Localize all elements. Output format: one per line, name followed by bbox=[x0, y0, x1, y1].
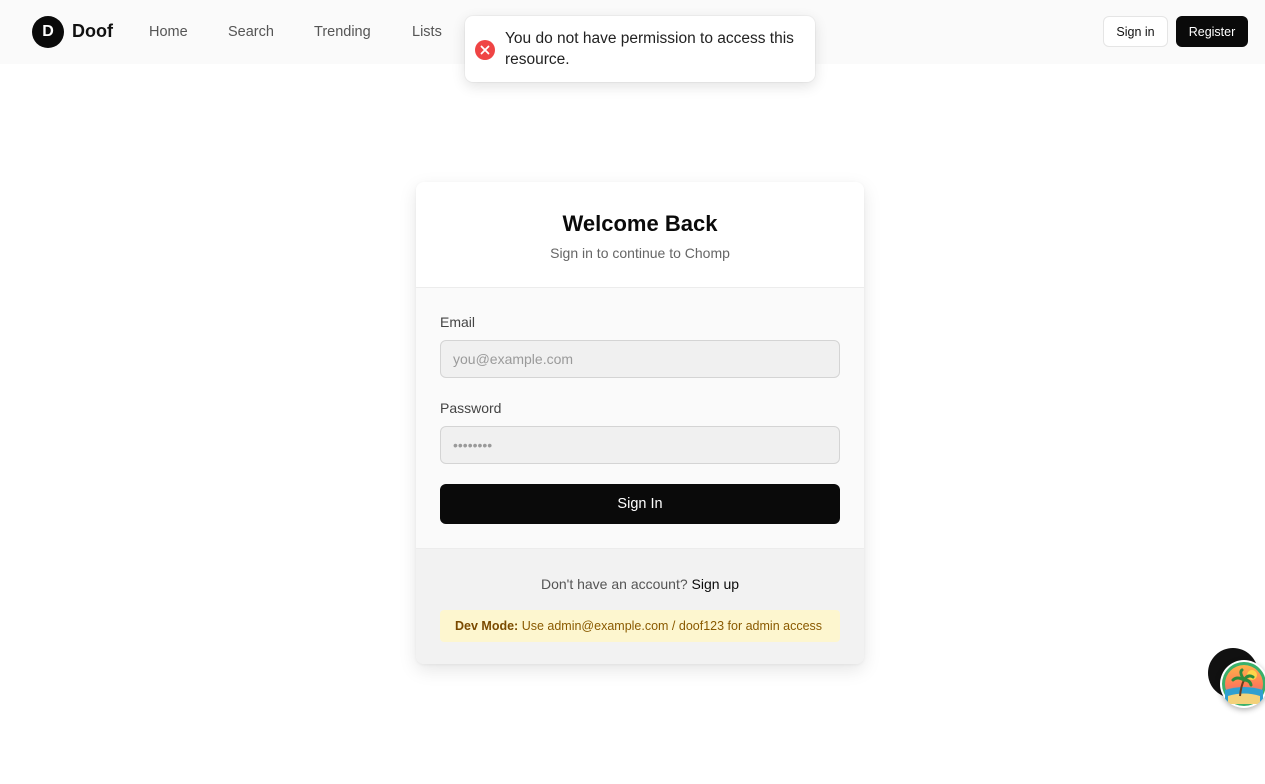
nav-home[interactable]: Home bbox=[149, 24, 188, 40]
signup-prompt: Don't have an account? bbox=[540, 576, 688, 592]
brand-name[interactable]: Doof bbox=[72, 21, 113, 42]
register-button[interactable]: Register bbox=[1176, 16, 1248, 47]
logo-icon[interactable]: D bbox=[32, 16, 64, 48]
beach-avatar-icon[interactable] bbox=[1220, 660, 1265, 708]
error-x-icon bbox=[475, 40, 495, 60]
toast-message: You do not have permission to access thi… bbox=[505, 30, 794, 68]
dev-mode-text: Use admin@example.com / doof123 for admi… bbox=[521, 619, 823, 633]
login-card-footer: Don't have an account? Sign up Dev Mode:… bbox=[416, 548, 864, 664]
nav-trending[interactable]: Trending bbox=[314, 24, 371, 40]
email-field[interactable] bbox=[440, 340, 840, 378]
email-label: Email bbox=[440, 314, 476, 330]
password-field[interactable] bbox=[440, 426, 840, 464]
page-subtitle: Sign in to continue to Chomp bbox=[550, 245, 730, 261]
nav-lists[interactable]: Lists bbox=[412, 24, 442, 40]
login-card: Welcome Back Sign in to continue to Chom… bbox=[416, 182, 864, 664]
password-label: Password bbox=[440, 400, 502, 416]
signup-link[interactable]: Sign up bbox=[692, 576, 739, 592]
login-card-header: Welcome Back Sign in to continue to Chom… bbox=[416, 182, 864, 288]
logo-letter: D bbox=[42, 23, 54, 40]
signin-button[interactable]: Sign in bbox=[1103, 16, 1168, 47]
nav-search[interactable]: Search bbox=[228, 24, 274, 40]
sign-in-submit-button[interactable]: Sign In bbox=[440, 484, 840, 524]
error-toast: You do not have permission to access thi… bbox=[465, 16, 815, 82]
dev-mode-label: Dev Mode: bbox=[455, 619, 519, 633]
dev-mode-notice: Dev Mode: Use admin@example.com / doof12… bbox=[440, 610, 840, 642]
signup-prompt-line: Don't have an account? Sign up bbox=[416, 576, 864, 592]
page-title: Welcome Back bbox=[562, 211, 718, 236]
